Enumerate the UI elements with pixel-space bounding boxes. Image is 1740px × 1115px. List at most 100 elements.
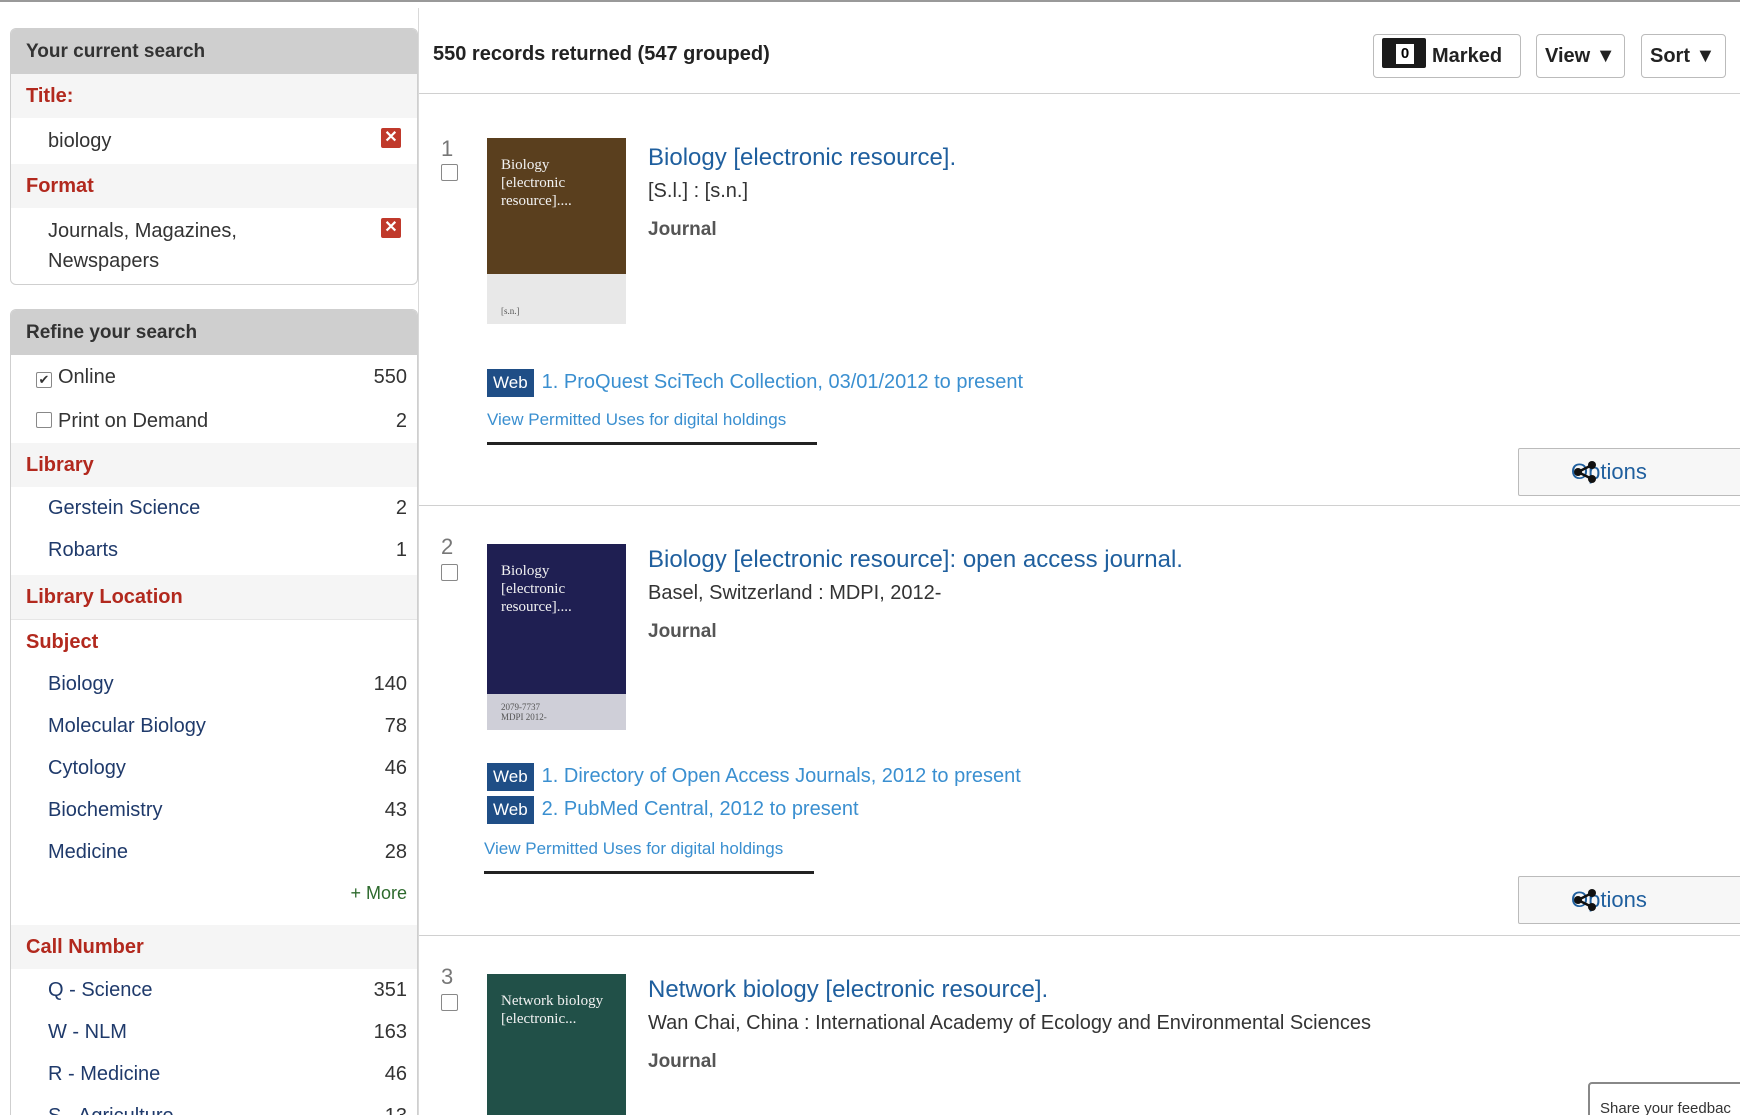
cover-title: Network biology [electronic... xyxy=(501,993,604,1027)
criterion-title-value: biology ✕ xyxy=(11,118,417,164)
result-item: 1 Biology [electronic resource].... [s.n… xyxy=(419,94,1740,506)
facet-subject-biology-count: 140 xyxy=(373,673,407,695)
facet-library-gerstein-count: 2 xyxy=(395,497,407,519)
holding-text[interactable]: 2. PubMed Central, 2012 to present xyxy=(542,798,859,820)
online-checkbox[interactable]: ✔ xyxy=(36,372,52,388)
facet-call-r-label[interactable]: R - Medicine xyxy=(48,1063,160,1085)
facet-call-w-count: 163 xyxy=(373,1021,407,1043)
cover-thumbnail[interactable]: Biology [electronic resource].... [s.n.] xyxy=(487,138,626,324)
facet-library-robarts[interactable]: Robarts 1 xyxy=(11,529,417,571)
result-title-link[interactable]: Network biology [electronic resource]. xyxy=(648,976,1048,1004)
facet-subject-cytology-count: 46 xyxy=(384,757,407,779)
share-icon xyxy=(1574,889,1596,911)
results-toolbar: 550 records returned (547 grouped) 0 Mark… xyxy=(419,8,1740,94)
result-imprint: [S.l.] : [s.n.] xyxy=(648,180,749,202)
facet-call-s-label[interactable]: S - Agriculture xyxy=(48,1105,174,1115)
options-button[interactable]: Options xyxy=(1518,876,1740,924)
holding-text[interactable]: 1. Directory of Open Access Journals, 20… xyxy=(542,765,1021,787)
library-location-heading[interactable]: Library Location xyxy=(11,575,417,619)
result-format: Journal xyxy=(648,1051,717,1072)
criterion-format-text: Journals, Magazines, Newspapers xyxy=(48,220,237,272)
view-button[interactable]: View ▼ xyxy=(1536,34,1625,78)
facet-call-s[interactable]: S - Agriculture 13 xyxy=(11,1095,417,1115)
remove-format-icon[interactable]: ✕ xyxy=(381,218,401,238)
sidebar: Your current search Title: biology ✕ For… xyxy=(10,28,418,1115)
facet-call-r[interactable]: R - Medicine 46 xyxy=(11,1053,417,1095)
criterion-format-label: Format xyxy=(11,164,417,208)
cover-publisher: 2079-7737 MDPI 2012- xyxy=(501,702,547,722)
facet-subject-medicine-count: 28 xyxy=(384,841,407,863)
result-select-checkbox[interactable] xyxy=(441,164,458,181)
cover-title: Biology [electronic resource].... xyxy=(501,157,572,209)
facet-subject-biochemistry[interactable]: Biochemistry 43 xyxy=(11,789,417,831)
subject-more-link[interactable]: + More xyxy=(11,873,417,913)
folder-icon: 0 xyxy=(1382,38,1426,68)
facet-call-s-count: 13 xyxy=(385,1095,407,1115)
facet-online-count: 550 xyxy=(373,366,407,388)
facet-subject-cytology[interactable]: Cytology 46 xyxy=(11,747,417,789)
result-format: Journal xyxy=(648,621,717,642)
print-on-demand-checkbox[interactable] xyxy=(36,412,52,428)
facet-call-r-count: 46 xyxy=(384,1063,407,1085)
facet-subject-medicine[interactable]: Medicine 28 xyxy=(11,831,417,873)
results-main: 550 records returned (547 grouped) 0 Mark… xyxy=(418,8,1740,1115)
facet-online[interactable]: ✔ Online 550 xyxy=(11,355,417,399)
facet-library-robarts-count: 1 xyxy=(395,539,407,561)
facet-call-q-count: 351 xyxy=(373,979,407,1001)
permitted-uses-link[interactable]: View Permitted Uses for digital holdings xyxy=(484,839,814,874)
result-item: 3 Network biology [electronic... Network… xyxy=(419,936,1740,1115)
marked-count: 0 xyxy=(1396,44,1414,64)
web-badge: Web xyxy=(487,763,534,791)
result-select-checkbox[interactable] xyxy=(441,994,458,1011)
holding-link[interactable]: Web 1. Directory of Open Access Journals,… xyxy=(487,762,1021,791)
remove-title-icon[interactable]: ✕ xyxy=(381,128,401,148)
result-title-link[interactable]: Biology [electronic resource]: open acce… xyxy=(648,546,1183,574)
facet-library-robarts-label[interactable]: Robarts xyxy=(48,539,118,561)
facet-call-w[interactable]: W - NLM 163 xyxy=(11,1011,417,1053)
result-number: 3 xyxy=(441,964,454,989)
facet-subject-molecular-biology-label[interactable]: Molecular Biology xyxy=(48,715,206,737)
facet-print-on-demand-label: Print on Demand xyxy=(58,410,209,432)
result-imprint: Wan Chai, China : International Academy … xyxy=(648,1012,1371,1034)
cover-thumbnail[interactable]: Biology [electronic resource].... 2079-7… xyxy=(487,544,626,730)
options-button[interactable]: Options xyxy=(1518,448,1740,496)
facet-subject-molecular-biology[interactable]: Molecular Biology 78 xyxy=(11,705,417,747)
facet-subject-biochemistry-count: 43 xyxy=(384,799,407,821)
records-count: 550 records returned (547 grouped) xyxy=(433,43,770,65)
result-imprint: Basel, Switzerland : MDPI, 2012- xyxy=(648,582,942,604)
facet-call-q-label[interactable]: Q - Science xyxy=(48,979,152,1001)
feedback-tab[interactable]: Share your feedbac xyxy=(1588,1082,1740,1115)
subject-heading: Subject xyxy=(11,619,417,663)
facet-library-gerstein-label[interactable]: Gerstein Science xyxy=(48,497,200,519)
result-title-link[interactable]: Biology [electronic resource]. xyxy=(648,144,956,172)
permitted-uses-link[interactable]: View Permitted Uses for digital holdings xyxy=(487,410,817,445)
sort-button[interactable]: Sort ▼ xyxy=(1641,34,1726,78)
criterion-format-value: Journals, Magazines, Newspapers ✕ xyxy=(11,208,417,284)
cover-publisher: [s.n.] xyxy=(501,306,520,316)
facet-subject-cytology-label[interactable]: Cytology xyxy=(48,757,126,779)
facet-print-on-demand[interactable]: Print on Demand 2 xyxy=(11,399,417,443)
refine-header: Refine your search xyxy=(11,310,417,355)
result-number: 1 xyxy=(441,136,454,161)
result-select-checkbox[interactable] xyxy=(441,564,458,581)
facet-subject-molecular-biology-count: 78 xyxy=(384,715,407,737)
facet-call-q[interactable]: Q - Science 351 xyxy=(11,969,417,1011)
result-format: Journal xyxy=(648,219,717,240)
cover-thumbnail[interactable]: Network biology [electronic... xyxy=(487,974,626,1115)
library-heading: Library xyxy=(11,443,417,487)
marked-button[interactable]: 0 Marked xyxy=(1373,34,1521,78)
facet-call-w-label[interactable]: W - NLM xyxy=(48,1021,127,1043)
refine-panel: Refine your search ✔ Online 550 Print on … xyxy=(10,309,418,1115)
holding-text[interactable]: 1. ProQuest SciTech Collection, 03/01/20… xyxy=(542,371,1023,393)
holding-link[interactable]: Web 1. ProQuest SciTech Collection, 03/01… xyxy=(487,368,1023,397)
facet-subject-medicine-label[interactable]: Medicine xyxy=(48,841,128,863)
facet-subject-biology[interactable]: Biology 140 xyxy=(11,663,417,705)
facet-subject-biochemistry-label[interactable]: Biochemistry xyxy=(48,799,162,821)
share-icon xyxy=(1574,461,1596,483)
current-search-header: Your current search xyxy=(11,29,417,74)
facet-subject-biology-label[interactable]: Biology xyxy=(48,673,114,695)
facet-library-gerstein[interactable]: Gerstein Science 2 xyxy=(11,487,417,529)
criterion-title-label: Title: xyxy=(11,74,417,118)
result-number: 2 xyxy=(441,534,454,559)
holding-link[interactable]: Web 2. PubMed Central, 2012 to present xyxy=(487,795,859,824)
